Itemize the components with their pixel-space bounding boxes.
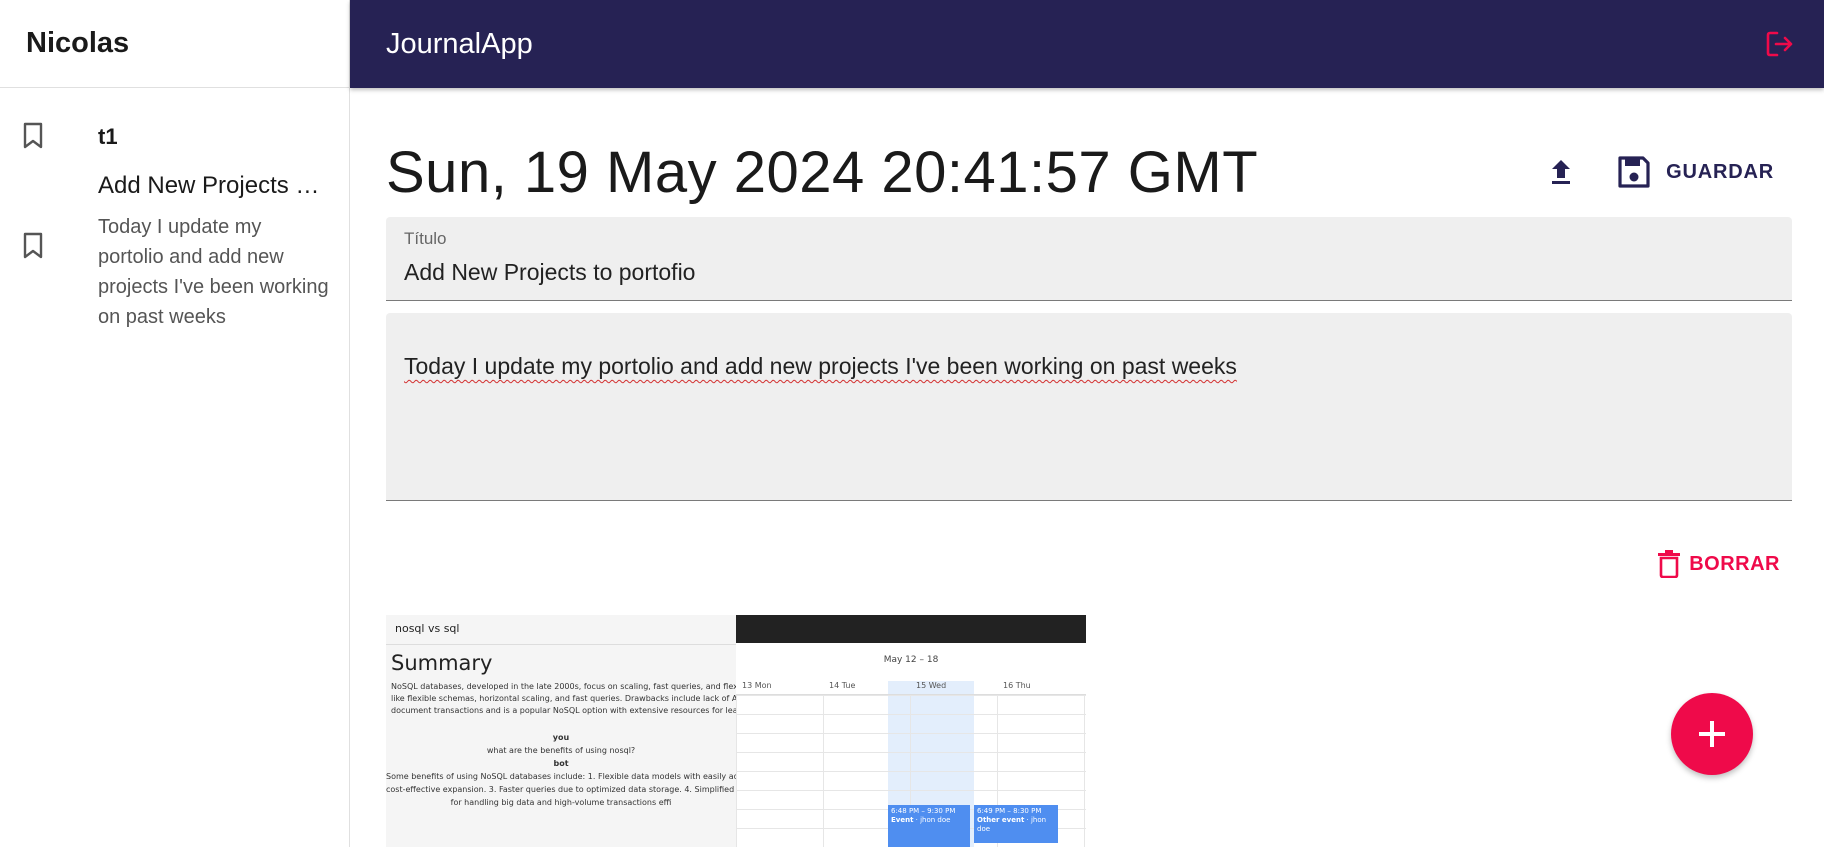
note-date: Sun, 19 May 2024 20:41:57 GMT	[386, 139, 1259, 205]
title-field[interactable]: Título Add New Projects to portofio	[386, 217, 1792, 301]
sidebar-entry[interactable]: Add New Projects to portofio Today I upd…	[0, 160, 349, 332]
note-header: Sun, 19 May 2024 20:41:57 GMT GUARDAR	[386, 136, 1792, 208]
upload-icon[interactable]	[1546, 154, 1576, 190]
logout-icon[interactable]	[1764, 28, 1796, 60]
body-field-value[interactable]: Today I update my portolio and add new p…	[404, 353, 1237, 380]
body-field[interactable]: Today I update my portolio and add new p…	[386, 313, 1792, 501]
delete-button-label: BORRAR	[1689, 552, 1780, 575]
gallery-image[interactable]: May 12 – 18 13 Mon 14 Tue 15 Wed 16 Thu …	[736, 615, 1086, 847]
user-name: Nicolas	[26, 27, 130, 59]
plus-icon	[1699, 721, 1725, 747]
app-title: JournalApp	[386, 27, 533, 60]
save-button[interactable]: GUARDAR	[1616, 154, 1774, 190]
save-button-label: GUARDAR	[1666, 160, 1774, 183]
note-actions: GUARDAR	[1546, 154, 1792, 190]
bookmark-icon	[23, 232, 43, 259]
image-chat: you what are the benefits of using nosql…	[486, 733, 636, 768]
image-gallery: nosql vs sql Summary NoSQL databases, de…	[386, 615, 1086, 847]
image-answer: Some benefits of using NoSQL databases i…	[386, 772, 736, 807]
sidebar-header: Nicolas	[0, 0, 349, 88]
note-view: Sun, 19 May 2024 20:41:57 GMT GUARDAR Tí…	[386, 88, 1792, 847]
sidebar-entry[interactable]: t1	[0, 88, 349, 160]
sidebar-entry-title: Add New Projects to portofio	[98, 172, 323, 199]
title-field-label: Título	[404, 229, 447, 248]
sidebar: Nicolas t1 Add New Projects to portofio …	[0, 0, 350, 847]
image-event: 6:48 PM – 9:30 PM Event · jhon doe	[888, 805, 970, 847]
image-summary-text: NoSQL databases, developed in the late 2…	[391, 682, 736, 715]
add-note-button[interactable]	[1671, 693, 1753, 775]
app-bar: JournalApp	[350, 0, 1824, 88]
sidebar-entry-title: t1	[98, 124, 118, 149]
image-header-text: nosql vs sql	[386, 615, 736, 645]
image-event: 6:49 PM – 8:30 PM Other event · jhon doe	[974, 805, 1058, 843]
image-week-range: May 12 – 18	[883, 655, 939, 665]
bookmark-icon	[23, 122, 43, 149]
title-field-value[interactable]: Add New Projects to portofio	[404, 259, 695, 286]
image-summary-heading: Summary	[391, 651, 493, 675]
delete-button[interactable]: BORRAR	[1657, 550, 1780, 578]
image-day-headers: 13 Mon 14 Tue 15 Wed 16 Thu	[736, 681, 1086, 695]
save-icon	[1618, 156, 1650, 188]
gallery-image[interactable]: nosql vs sql Summary NoSQL databases, de…	[386, 615, 736, 847]
sidebar-entry-body: Today I update my portolio and add new p…	[98, 216, 329, 328]
trash-icon	[1658, 550, 1681, 578]
